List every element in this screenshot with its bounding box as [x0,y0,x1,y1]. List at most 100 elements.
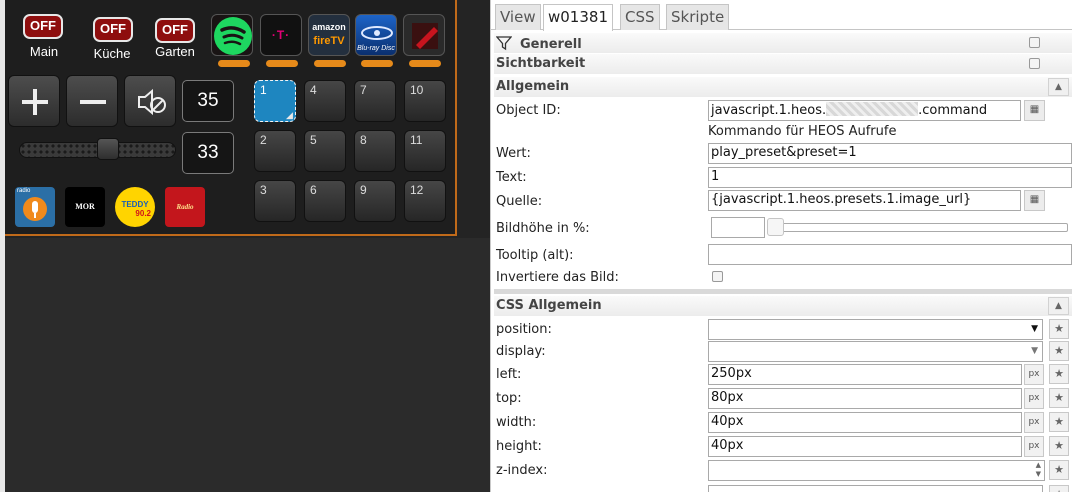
tooltip-field[interactable] [708,244,1072,265]
spotify-icon[interactable] [211,14,253,56]
css-top-unit-button[interactable]: px [1024,388,1044,409]
preset-button[interactable]: 4 [304,80,346,122]
star-icon[interactable]: ★ [1049,485,1069,492]
red-radio-icon[interactable]: Radio [165,187,205,227]
star-icon[interactable]: ★ [1049,388,1069,408]
vis-canvas: OFF Main OFF Küche OFF Garten ·T· amazon… [0,0,490,492]
amazon-logo-text: amazon [312,22,346,32]
css-left-field[interactable]: 250px [708,364,1022,385]
preset-button[interactable]: 10 [404,80,446,122]
wert-field[interactable]: play_preset&preset=1 [708,143,1072,164]
group-generell-label: Generell [520,37,582,52]
red-app-icon[interactable] [403,14,445,56]
tooltip-label: Tooltip (alt): [496,248,574,263]
object-id-picker-button[interactable]: ▦ [1024,100,1045,121]
quelle-picker-button[interactable]: ▦ [1024,190,1045,211]
object-id-suffix: .command [918,103,988,118]
spinner-icon[interactable]: ▲ ▼ [1036,461,1041,479]
css-display-select[interactable]: ▼ [708,341,1043,362]
group-css-allgemein[interactable]: CSS Allgemein ▲ [494,296,1072,316]
mute-button[interactable] [124,75,176,127]
bluray-logo-text: Blu-ray Disc [357,45,395,52]
tab-css[interactable]: CSS [620,4,660,30]
telekom-icon[interactable]: ·T· [260,14,302,56]
preset-button[interactable]: 6 [304,180,346,222]
group-sichtbarkeit-checkbox[interactable] [1029,58,1040,69]
firetv-status-bar [314,60,346,67]
volume-down-button[interactable] [66,75,118,127]
wert-label: Wert: [496,146,531,161]
quelle-field[interactable]: {javascript.1.heos.presets.1.image_url} [708,190,1021,211]
css-height-label: height: [496,439,542,454]
css-position-label: position: [496,322,552,337]
css-height-unit-button[interactable]: px [1024,436,1044,457]
volume-display: 35 [182,80,234,122]
css-position-select[interactable]: ▼ [708,319,1043,340]
group-generell[interactable]: Generell [494,33,1072,53]
room-main-off-button[interactable]: OFF [23,14,63,39]
css-top-field[interactable]: 80px [708,388,1022,409]
preset-button[interactable]: 12 [404,180,446,222]
text-field[interactable]: 1 [708,167,1072,188]
quelle-label: Quelle: [496,194,543,209]
css-width-unit-button[interactable]: px [1024,412,1044,433]
star-icon[interactable]: ★ [1049,319,1069,339]
teddy-radio-icon[interactable]: TEDDY 90.2 [115,187,155,227]
tab-widget[interactable]: w01381 [543,4,613,31]
preset-button[interactable]: 8 [354,130,396,172]
volume-up-button[interactable] [8,75,60,127]
css-width-field[interactable]: 40px [708,412,1022,433]
resize-handle-icon[interactable]: ◢ [286,111,293,121]
bildhoehe-label: Bildhöhe in %: [496,221,590,236]
star-icon[interactable]: ★ [1049,460,1069,480]
bildhoehe-field[interactable] [711,217,765,238]
preset-button[interactable]: 7 [354,80,396,122]
radio-mic-icon[interactable]: radio [15,187,55,227]
css-height-field[interactable]: 40px [708,436,1022,457]
volume-slider-thumb[interactable] [97,138,120,160]
css-left-unit-button[interactable]: px [1024,364,1044,385]
object-id-field[interactable]: javascript.1.heos. .command [708,100,1021,121]
mor-radio-label: MOR [75,202,95,211]
object-id-label: Object ID: [496,103,561,118]
tab-view[interactable]: View [495,4,541,30]
preset-button[interactable]: 11 [404,130,446,172]
room-kueche-off-button[interactable]: OFF [93,17,133,42]
radio-mic-label: radio [17,188,31,194]
star-icon[interactable]: ★ [1049,341,1069,361]
css-zindex-label: z-index: [496,463,548,478]
star-icon[interactable]: ★ [1049,364,1069,384]
bluray-status-bar [361,60,393,67]
css-zindex-field[interactable]: ▲ ▼ [708,460,1045,481]
css-display-label: display: [496,344,546,359]
group-sichtbarkeit[interactable]: Sichtbarkeit [494,54,1072,74]
invert-checkbox[interactable] [712,271,723,282]
star-icon[interactable]: ★ [1049,412,1069,432]
preset-button[interactable]: 9 [354,180,396,222]
group-generell-checkbox[interactable] [1029,37,1040,48]
object-id-prefix: javascript.1.heos. [711,103,827,118]
collapse-up-icon[interactable]: ▲ [1048,297,1069,315]
text-label: Text: [496,170,527,185]
plus-icon [22,89,48,115]
css-next-select[interactable] [708,485,1043,492]
room-main-label: Main [29,44,59,59]
bildhoehe-slider-handle[interactable] [767,218,784,236]
preset-button[interactable]: 3 [254,180,296,222]
preset-button[interactable]: 2 [254,130,296,172]
mor-radio-icon[interactable]: MOR [65,187,105,227]
dropdown-arrow-icon: ▼ [1031,324,1038,334]
preset-button[interactable]: 5 [304,130,346,172]
room-garten-off-button[interactable]: OFF [155,18,195,43]
invert-label: Invertiere das Bild: [496,270,619,285]
telekom-logo-text: ·T· [271,28,291,42]
bluray-icon[interactable]: Blu-ray Disc [355,14,397,56]
amazon-firetv-icon[interactable]: amazon fireTV [308,14,350,56]
red-app-status-bar [409,60,441,67]
bildhoehe-slider[interactable] [774,223,1068,232]
group-allgemein[interactable]: Allgemein ▲ [494,77,1072,97]
star-icon[interactable]: ★ [1049,436,1069,456]
tab-skripte[interactable]: Skripte [666,4,730,30]
collapse-up-icon[interactable]: ▲ [1048,78,1069,96]
inspector-tabs: View w01381 CSS Skripte [491,0,1072,31]
